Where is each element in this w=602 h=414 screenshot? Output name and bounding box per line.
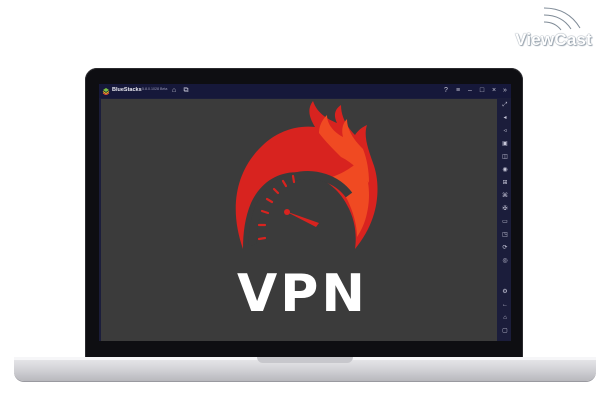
menu-icon[interactable]: ≡ — [454, 87, 462, 95]
multi-instance-icon[interactable]: ⧉ — [182, 87, 190, 95]
back-icon[interactable]: ← — [501, 301, 509, 309]
rotate-icon[interactable]: ⟳ — [501, 244, 509, 252]
maximize-icon[interactable]: □ — [478, 87, 486, 95]
app-name: BlueStacks — [112, 86, 142, 93]
media-icon[interactable]: ▣ — [501, 140, 509, 148]
home-icon[interactable]: ⌂ — [170, 87, 178, 95]
viewcast-watermark: ViewCast — [500, 6, 596, 50]
recent-apps-icon[interactable]: ▢ — [501, 327, 509, 335]
macro-icon[interactable]: ⌘ — [501, 192, 509, 200]
fullscreen-icon[interactable]: ⤢ — [501, 101, 509, 109]
folder-icon[interactable]: ▭ — [501, 218, 509, 226]
record-icon[interactable]: ◉ — [501, 166, 509, 174]
app-version: 5.8.0.1028 Beta — [142, 87, 168, 91]
volume-down-icon[interactable]: ◃ — [501, 127, 509, 135]
app-screen[interactable]: VPN — [101, 99, 497, 341]
location-icon[interactable]: ◎ — [501, 257, 509, 265]
close-icon[interactable]: × — [490, 87, 498, 95]
expand-icon[interactable]: » — [501, 87, 509, 95]
minimize-icon[interactable]: – — [466, 87, 474, 95]
speedometer-flame-icon — [235, 101, 378, 249]
screenshot-icon[interactable]: ◫ — [501, 153, 509, 161]
window-titlebar: BlueStacks 5.8.0.1028 Beta ⌂ ⧉ ? ≡ – □ ×… — [99, 84, 511, 98]
shake-icon[interactable]: ◳ — [501, 231, 509, 239]
settings-icon[interactable]: ⚙ — [501, 288, 509, 296]
vpn-logo-text: VPN — [237, 264, 368, 324]
volume-up-icon[interactable]: ◂ — [501, 114, 509, 122]
gamepad-icon[interactable]: ✠ — [501, 205, 509, 213]
broadcast-waves-icon — [542, 6, 582, 32]
bluestacks-logo-icon — [102, 88, 110, 95]
help-icon[interactable]: ? — [442, 87, 450, 95]
laptop-notch — [257, 357, 353, 363]
bluestacks-sidebar: ⤢ ◂ ◃ ▣ ◫ ◉ ⊞ ⌘ ✠ ▭ ◳ ⟳ ◎ ⚙ ← ⌂ ▢ — [499, 98, 511, 341]
android-home-icon[interactable]: ⌂ — [501, 314, 509, 322]
watermark-text: ViewCast — [515, 30, 592, 49]
bluestacks-window: BlueStacks 5.8.0.1028 Beta ⌂ ⧉ ? ≡ – □ ×… — [99, 84, 511, 341]
install-apk-icon[interactable]: ⊞ — [501, 179, 509, 187]
